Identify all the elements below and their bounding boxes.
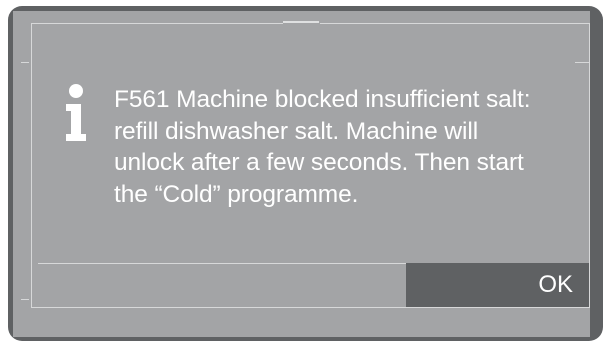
divider [21,62,29,63]
info-icon [66,84,86,141]
ok-button[interactable]: OK [406,263,589,307]
dialog-top-edge [31,23,283,24]
dialog-top-edge [320,23,590,24]
dialog-bottom-edge [31,307,590,308]
button-bar [38,263,405,307]
divider [21,299,29,300]
error-message: F561 Machine blocked insufficient salt: … [114,86,531,208]
dialog-left-edge [31,23,32,307]
